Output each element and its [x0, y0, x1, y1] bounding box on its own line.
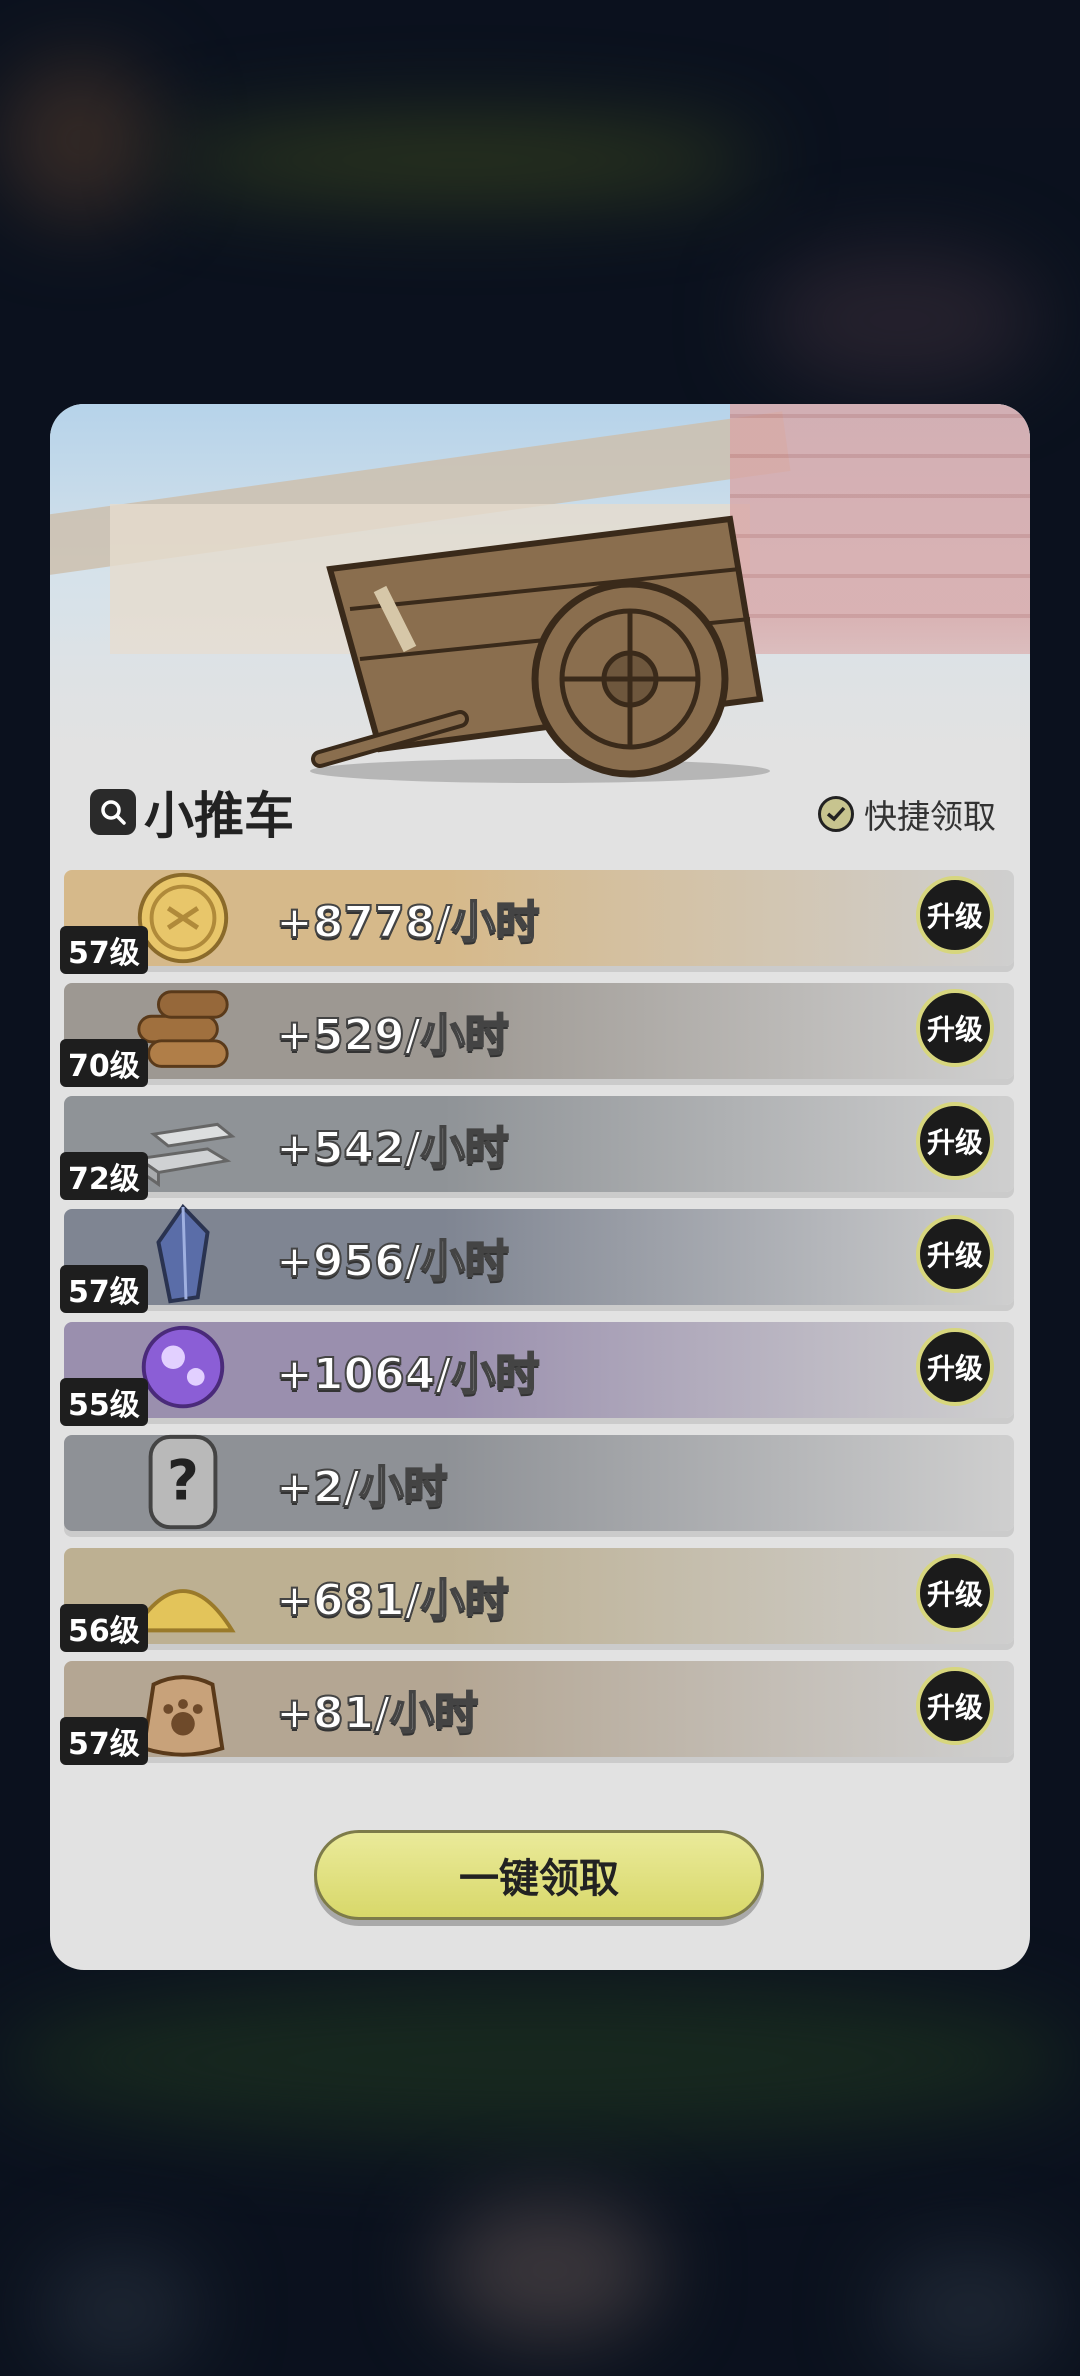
level-badge: 70级 [60, 1039, 148, 1087]
production-rate: +2/小时 [275, 1461, 449, 1514]
svg-text:?: ? [167, 1449, 199, 1513]
cart-banner [50, 404, 1030, 784]
search-icon [101, 800, 126, 825]
claim-all-button[interactable]: 一键领取 [314, 1830, 764, 1920]
upgrade-button[interactable]: 升级 [916, 1667, 994, 1745]
production-rate: +8778/小时 [275, 896, 540, 949]
resource-row-gold-coin: 57级 +8778/小时 升级 [60, 870, 1014, 974]
quick-claim-toggle[interactable]: 快捷领取 [818, 790, 996, 838]
resource-row-iron-ingot: 72级 +542/小时 升级 [60, 1096, 1014, 1200]
resource-row-crystal: 57级 +956/小时 升级 [60, 1203, 1014, 1313]
panel-title: 小推车 [144, 787, 294, 845]
resource-row-magic-orb: 55级 +1064/小时 升级 [60, 1322, 1014, 1426]
resource-row-paw-bag: 57级 +81/小时 升级 [60, 1661, 1014, 1765]
production-rate: +956/小时 [275, 1235, 510, 1288]
production-rate: +1064/小时 [275, 1348, 540, 1401]
upgrade-button[interactable]: 升级 [916, 1215, 994, 1293]
mystery-item-icon: ? [128, 1429, 238, 1537]
cart-illustration [310, 515, 770, 783]
upgrade-button[interactable]: 升级 [916, 1102, 994, 1180]
resource-row-sand: 56级 +681/小时 升级 [60, 1548, 1014, 1652]
search-button[interactable] [90, 789, 136, 835]
upgrade-button[interactable]: 升级 [916, 1328, 994, 1406]
level-badge: 72级 [60, 1152, 148, 1200]
resource-list: 57级 +8778/小时 升级 70级 +529/小时 升级 72级 +542/小时 升级 57级… [60, 870, 1014, 1774]
upgrade-button[interactable]: 升级 [916, 1554, 994, 1632]
level-badge: 55级 [60, 1378, 148, 1426]
level-badge: 56级 [60, 1604, 148, 1652]
production-rate: +681/小时 [275, 1574, 510, 1627]
quick-claim-label: 快捷领取 [864, 797, 996, 836]
production-rate: +542/小时 [275, 1122, 510, 1175]
checkbox-checked-icon [818, 796, 854, 832]
resource-row-wood: 70级 +529/小时 升级 [60, 983, 1014, 1087]
upgrade-button[interactable]: 升级 [916, 876, 994, 954]
level-badge: 57级 [60, 1265, 148, 1313]
level-badge: 57级 [60, 926, 148, 974]
production-rate: +81/小时 [275, 1687, 479, 1740]
production-rate: +529/小时 [275, 1009, 510, 1062]
level-badge: 57级 [60, 1717, 148, 1765]
upgrade-button[interactable]: 升级 [916, 989, 994, 1067]
resource-row-mystery-item: ? +2/小时 [64, 1434, 1014, 1531]
cart-panel: 小推车 快捷领取 57级 +8778/小时 升级 70级 +529/小时 升级 72级 +54… [50, 404, 1030, 1970]
